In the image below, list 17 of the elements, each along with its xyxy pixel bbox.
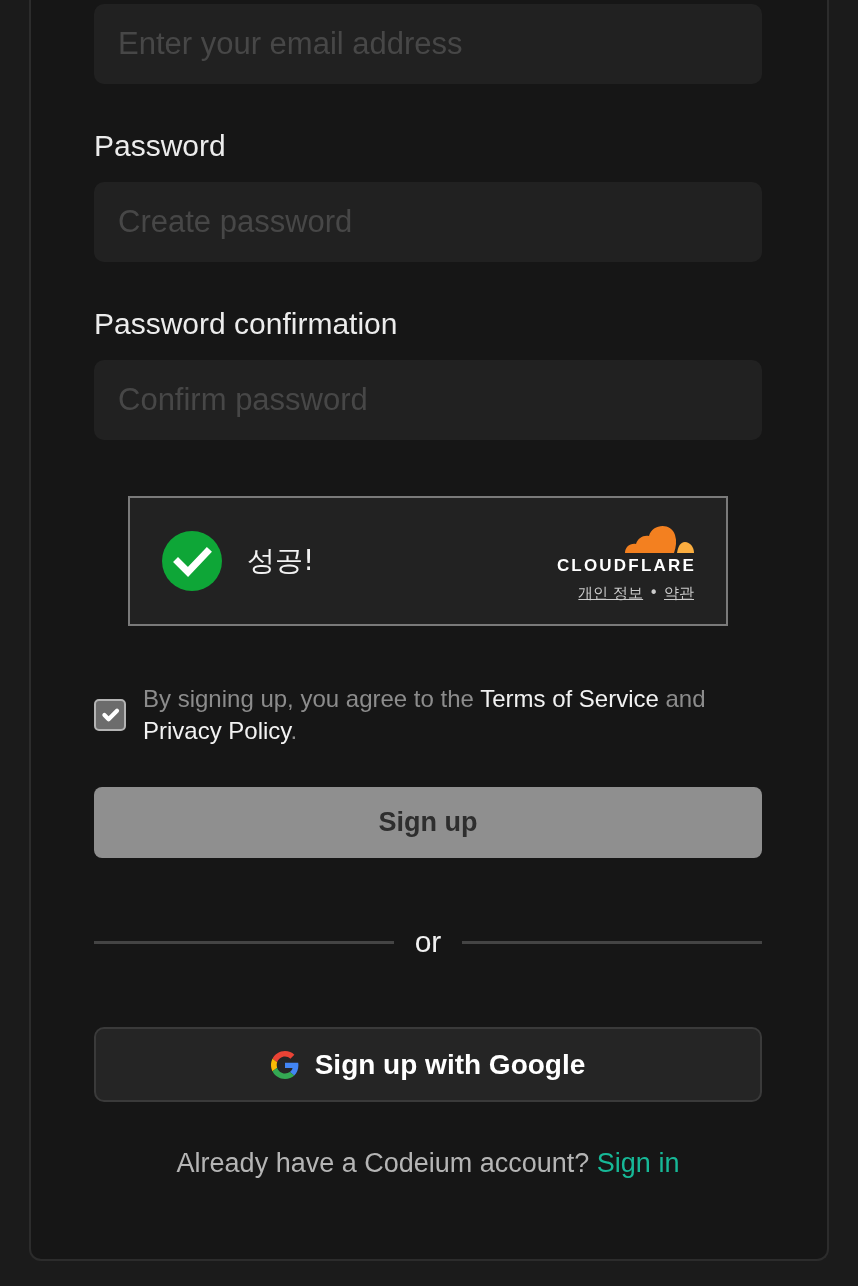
terms-agreement-text: By signing up, you agree to the Terms of Service and Privacy Policy.	[143, 684, 707, 746]
agree-checkbox[interactable]	[94, 699, 126, 731]
field-label: Password confirmation	[94, 306, 399, 342]
google-sign-up-button[interactable]: Sign up with Google	[94, 1027, 762, 1102]
sign-up-button[interactable]: Sign up	[94, 787, 762, 858]
link-separator: •	[649, 584, 658, 602]
policy-link[interactable]: Privacy Policy	[143, 717, 291, 744]
sign-in-prompt: Already have a Codeium account? Sign in	[175, 1147, 681, 1180]
field-label: Password	[94, 128, 227, 164]
sign-in-link[interactable]: Sign in	[596, 1148, 680, 1178]
brand-wordmark: CLOUDFLARE	[556, 556, 696, 576]
divider-label: or	[413, 924, 443, 960]
footer-link[interactable]: 개인 정보	[578, 584, 644, 602]
g-logo-icon	[270, 1050, 299, 1079]
footer-link[interactable]: 약관	[664, 584, 694, 602]
captcha-status-text: 성공!	[247, 543, 315, 579]
policy-link[interactable]: Terms of Service	[480, 685, 659, 712]
